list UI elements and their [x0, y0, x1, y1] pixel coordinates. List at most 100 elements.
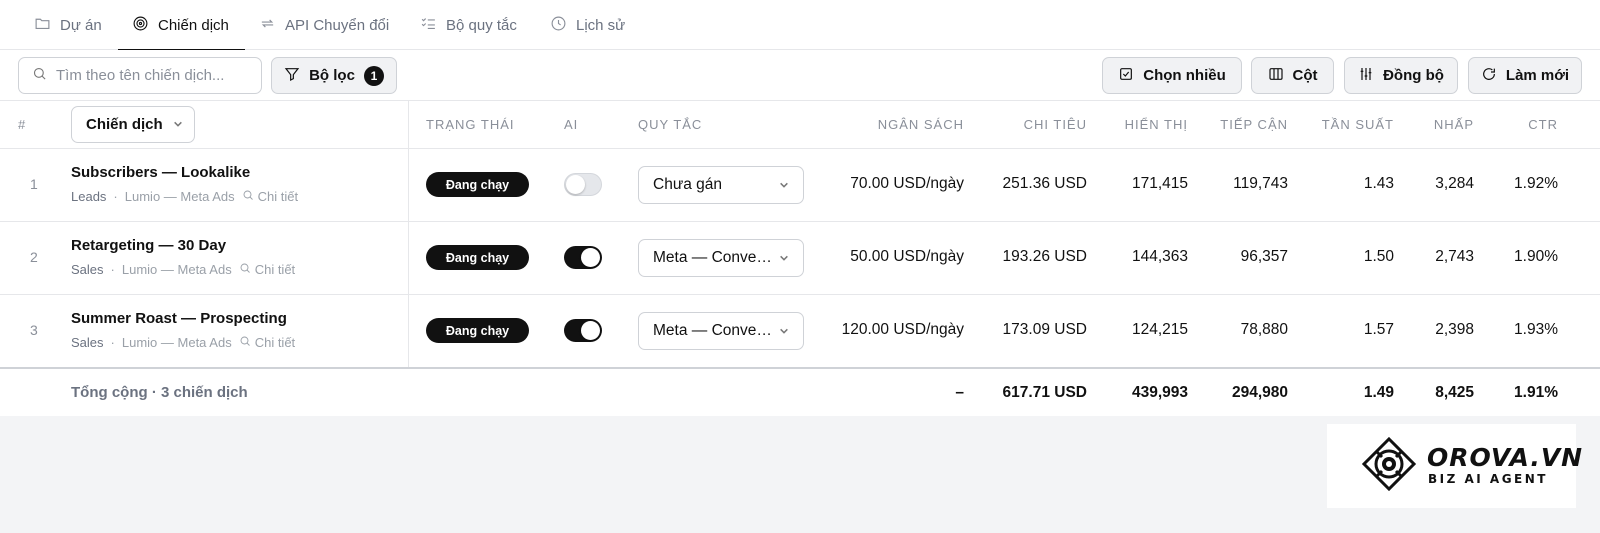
row-index: 1: [30, 176, 38, 192]
checklist-icon: [420, 15, 437, 36]
campaign-name[interactable]: Summer Roast — Prospecting: [71, 310, 287, 327]
header-index: #: [18, 117, 27, 132]
tab-label: Dự án: [60, 16, 102, 34]
rule-value: Meta — Conversion: [653, 249, 777, 266]
frequency-value: 1.50: [1363, 248, 1394, 265]
campaign-name[interactable]: Retargeting — 30 Day: [71, 237, 226, 254]
brand-logo: OROVA.VN BIZ AI AGENT: [1327, 424, 1582, 508]
sync-button[interactable]: Đồng bộ: [1344, 57, 1458, 94]
logo-brand: OROVA.VN: [1427, 443, 1584, 472]
spend-value: 173.09 USD: [1002, 321, 1087, 338]
tab-conversion-api[interactable]: API Chuyển đổi: [245, 0, 406, 50]
header-reach: Tiếp cận: [1220, 117, 1288, 132]
filter-button[interactable]: Bộ lọc 1: [271, 57, 397, 94]
toggle-knob: [581, 321, 600, 340]
ctr-value: 1.92%: [1514, 175, 1558, 192]
impressions-value: 171,415: [1131, 175, 1188, 192]
campaign-objective: Sales: [71, 262, 104, 277]
columns-button[interactable]: Cột: [1251, 57, 1334, 94]
campaign-column-dropdown[interactable]: Chiến dịch: [71, 106, 195, 143]
toggle-knob: [566, 175, 585, 194]
ad-account: Lumio — Meta Ads: [121, 335, 232, 350]
filter-label: Bộ lọc: [309, 67, 355, 84]
total-clicks: 8,425: [1435, 384, 1474, 401]
campaign-meta: Sales · Lumio — Meta Ads Chi tiết: [71, 335, 295, 350]
header-ai: AI: [564, 117, 579, 132]
campaign-name[interactable]: Subscribers — Lookalike: [71, 164, 250, 181]
tab-label: Bộ quy tắc: [446, 16, 517, 34]
detail-label: Chi tiết: [257, 189, 299, 204]
spend-value: 251.36 USD: [1002, 175, 1087, 192]
search-icon: [242, 189, 254, 204]
toolbar: Bộ lọc 1 Chọn nhiều Cột Đồng bộ Làm mới: [0, 50, 1600, 101]
header-clicks: Nhấp: [1433, 117, 1474, 132]
folder-icon: [34, 15, 51, 36]
meta-separator: ·: [110, 262, 115, 277]
ai-toggle[interactable]: [564, 246, 602, 269]
status-badge: Đang chạy: [426, 318, 529, 343]
header-budget: Ngân sách: [877, 117, 964, 132]
toggle-knob: [581, 248, 600, 267]
status-badge: Đang chạy: [426, 172, 529, 197]
detail-label: Chi tiết: [254, 335, 296, 350]
target-icon: [132, 15, 149, 36]
table-row[interactable]: 1 Subscribers — Lookalike Leads · Lumio …: [0, 148, 1600, 221]
tab-projects[interactable]: Dự án: [20, 0, 118, 50]
filter-icon: [284, 66, 300, 86]
rule-select[interactable]: Meta — Conversion: [638, 312, 804, 350]
clicks-value: 3,284: [1435, 175, 1474, 192]
campaign-meta: Sales · Lumio — Meta Ads Chi tiết: [71, 262, 295, 277]
clicks-value: 2,398: [1435, 321, 1474, 338]
detail-link[interactable]: Chi tiết: [242, 189, 298, 204]
tab-label: Lịch sử: [576, 16, 626, 34]
status-badge: Đang chạy: [426, 245, 529, 270]
header-frequency: Tần suất: [1321, 117, 1394, 132]
ad-account: Lumio — Meta Ads: [124, 189, 235, 204]
total-reach: 294,980: [1231, 384, 1288, 401]
top-tabs: Dự án Chiến dịch API Chuyển đổi Bộ quy t…: [0, 0, 1600, 51]
budget-value: 50.00 USD/ngày: [850, 248, 964, 265]
row-index: 2: [30, 249, 38, 265]
multi-select-label: Chọn nhiều: [1143, 67, 1226, 84]
search-box: [18, 57, 262, 94]
refresh-button[interactable]: Làm mới: [1468, 57, 1582, 94]
table-row[interactable]: 3 Summer Roast — Prospecting Sales · Lum…: [0, 294, 1600, 367]
table-row[interactable]: 2 Retargeting — 30 Day Sales · Lumio — M…: [0, 221, 1600, 294]
tab-history[interactable]: Lịch sử: [536, 0, 640, 50]
rule-select[interactable]: Chưa gán: [638, 166, 804, 204]
frequency-value: 1.43: [1363, 175, 1394, 192]
refresh-icon: [1481, 66, 1497, 86]
ai-toggle[interactable]: [564, 173, 602, 196]
ai-toggle[interactable]: [564, 319, 602, 342]
campaign-app: Dự án Chiến dịch API Chuyển đổi Bộ quy t…: [0, 0, 1600, 533]
columns-label: Cột: [1292, 67, 1318, 84]
columns-icon: [1268, 66, 1284, 86]
refresh-label: Làm mới: [1505, 67, 1570, 84]
campaign-table: # Chiến dịch Trạng thái AI Quy tắc Ngân …: [0, 101, 1600, 416]
header-rule: Quy tắc: [638, 117, 703, 132]
rule-value: Meta — Conversion: [653, 322, 777, 339]
detail-link[interactable]: Chi tiết: [239, 335, 295, 350]
header-status: Trạng thái: [426, 117, 515, 132]
tab-label: Chiến dịch: [158, 16, 229, 34]
multi-select-button[interactable]: Chọn nhiều: [1102, 57, 1242, 94]
tab-rules[interactable]: Bộ quy tắc: [406, 0, 536, 50]
rule-select[interactable]: Meta — Conversion: [638, 239, 804, 277]
repeat-icon: [259, 15, 276, 36]
reach-value: 96,357: [1240, 248, 1288, 265]
totals-row: Tổng cộng · 3 chiến dịch – 617.71 USD 43…: [0, 367, 1600, 416]
search-input[interactable]: [56, 67, 256, 84]
logo-mark-icon: [1362, 437, 1416, 491]
total-impressions: 439,993: [1131, 384, 1188, 401]
tab-campaigns[interactable]: Chiến dịch: [118, 0, 245, 51]
chevron-down-icon: [173, 116, 183, 133]
totals-label: Tổng cộng · 3 chiến dịch: [71, 384, 248, 401]
ad-account: Lumio — Meta Ads: [121, 262, 232, 277]
total-spend: 617.71 USD: [1002, 384, 1087, 401]
sync-label: Đồng bộ: [1383, 67, 1444, 84]
campaign-objective: Leads: [71, 189, 107, 204]
impressions-value: 124,215: [1131, 321, 1188, 338]
clock-icon: [550, 15, 567, 36]
detail-link[interactable]: Chi tiết: [239, 262, 295, 277]
logo-tagline: BIZ AI AGENT: [1428, 472, 1548, 486]
